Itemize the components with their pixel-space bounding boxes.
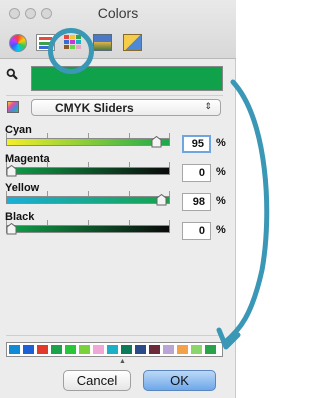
swatch-cell[interactable]: [107, 345, 118, 354]
cyan-value-field[interactable]: 95: [182, 135, 211, 153]
yellow-slider-thumb[interactable]: [156, 193, 167, 206]
yellow-slider-track[interactable]: [6, 196, 170, 204]
slider-mode-label: CMYK Sliders: [55, 101, 134, 115]
magenta-slider-thumb[interactable]: [6, 164, 17, 177]
black-value-field[interactable]: 0: [182, 222, 211, 240]
magenta-value-field[interactable]: 0: [182, 164, 211, 182]
color-wheel-icon[interactable]: [9, 34, 27, 52]
black-slider-track[interactable]: [6, 225, 170, 233]
swatch-cell[interactable]: [121, 345, 132, 354]
swatch-cell[interactable]: [149, 345, 160, 354]
magenta-slider-track[interactable]: [6, 167, 170, 175]
black-slider-thumb[interactable]: [6, 222, 17, 235]
divider: [6, 95, 223, 96]
swatch-cell[interactable]: [65, 345, 76, 354]
annotation-circle: [48, 28, 94, 74]
black-unit: %: [216, 224, 226, 236]
magnifier-icon[interactable]: [6, 68, 18, 80]
cyan-slider-track[interactable]: [6, 138, 170, 146]
swatch-cell[interactable]: [9, 345, 20, 354]
colors-window: Colors CMYK Sliders ⇕ Cyan 95 % Magenta …: [0, 0, 236, 398]
swatch-drag-handle-icon[interactable]: ▲: [119, 358, 126, 365]
magenta-unit: %: [216, 166, 226, 178]
title-bar: Colors: [0, 0, 236, 59]
window-title: Colors: [97, 5, 139, 21]
swatch-cell[interactable]: [191, 345, 202, 354]
cancel-button[interactable]: Cancel: [63, 370, 131, 391]
divider: [6, 335, 223, 336]
ok-button[interactable]: OK: [143, 370, 216, 391]
cyan-unit: %: [216, 137, 226, 149]
swatch-cell[interactable]: [23, 345, 34, 354]
swatch-cell[interactable]: [51, 345, 62, 354]
cmyk-mode-icon: [7, 101, 19, 113]
yellow-unit: %: [216, 195, 226, 207]
yellow-value-field[interactable]: 98: [182, 193, 211, 211]
swatch-cell[interactable]: [79, 345, 90, 354]
color-swatch-strip[interactable]: [6, 342, 223, 357]
crayons-icon[interactable]: [123, 34, 142, 51]
swatch-cell[interactable]: [37, 345, 48, 354]
slider-mode-popup[interactable]: CMYK Sliders ⇕: [31, 99, 221, 116]
swatch-cell[interactable]: [205, 345, 216, 354]
swatch-cell[interactable]: [135, 345, 146, 354]
swatch-cell[interactable]: [163, 345, 174, 354]
cyan-slider-thumb[interactable]: [151, 135, 162, 148]
image-palettes-icon[interactable]: [93, 34, 112, 51]
swatch-cell[interactable]: [93, 345, 104, 354]
swatch-cell[interactable]: [177, 345, 188, 354]
popup-arrows-icon: ⇕: [204, 101, 212, 111]
